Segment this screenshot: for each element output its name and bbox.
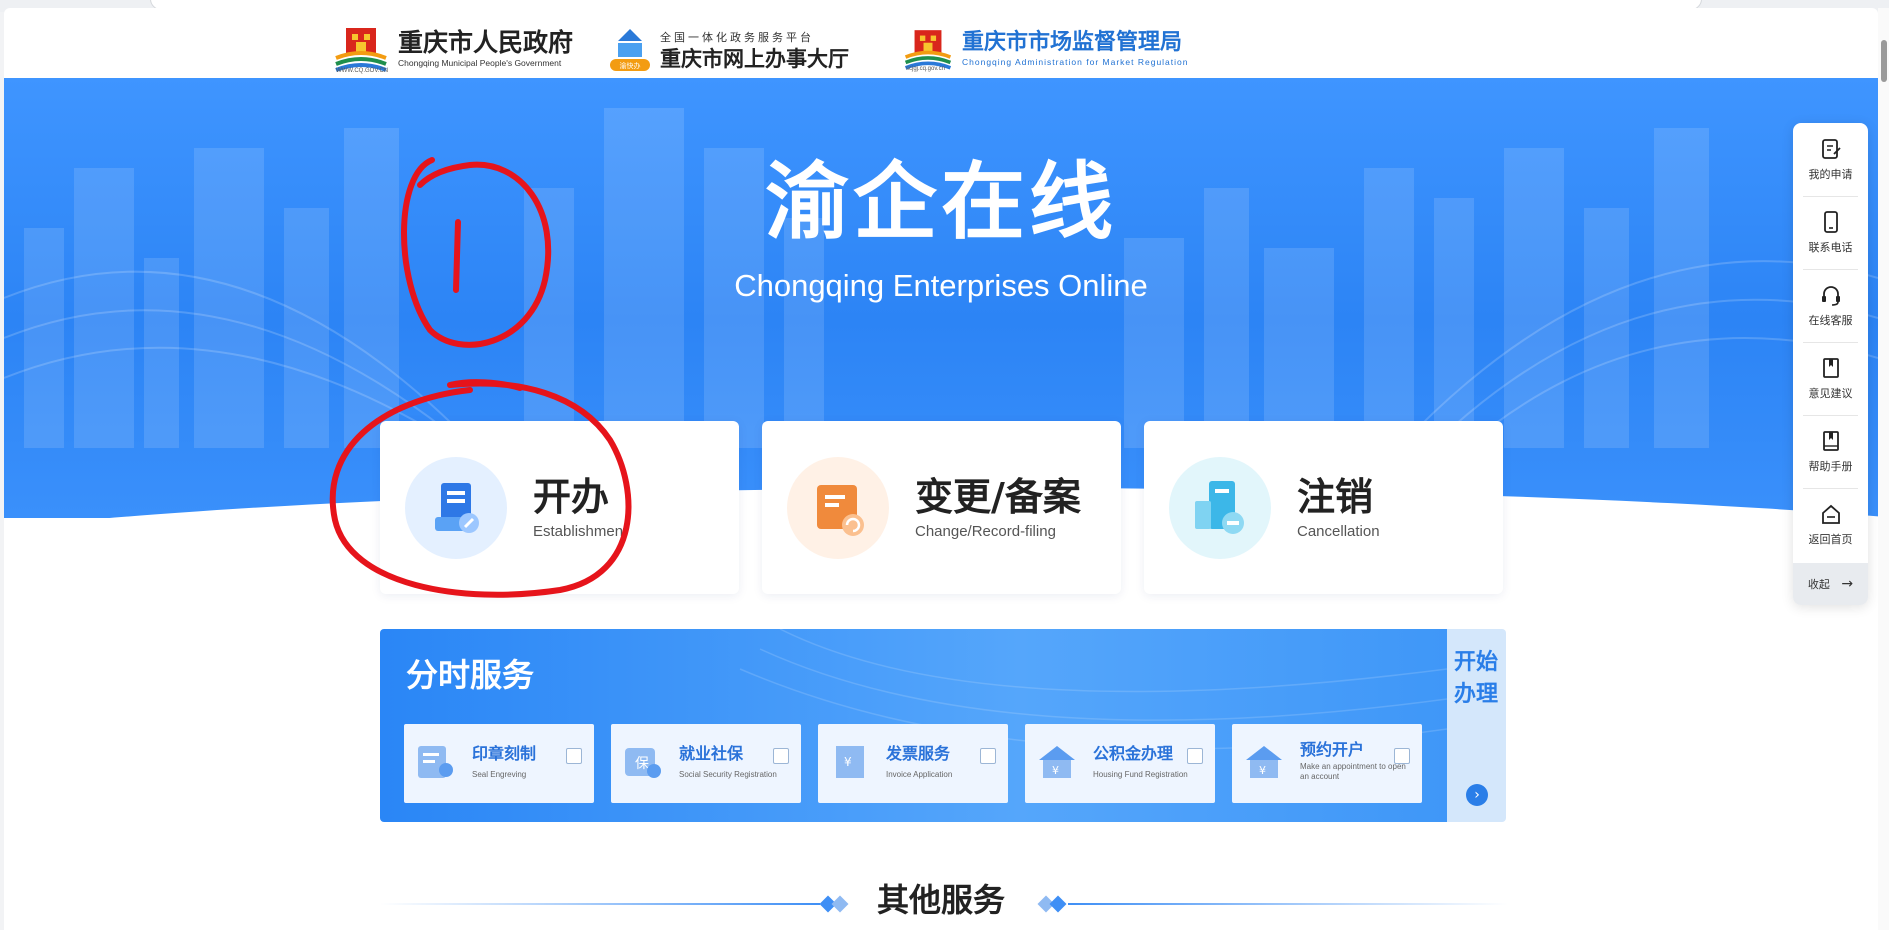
change-doc-icon: [787, 457, 889, 559]
establishment-doc-icon: [405, 457, 507, 559]
gov-logo-subtitle: Chongqing Municipal People's Government: [398, 58, 562, 68]
timeshare-item-subtitle: Housing Fund Registration: [1093, 770, 1188, 779]
hall-badge: 渝快办: [620, 61, 641, 70]
toolbar-online-service[interactable]: 在线客服: [1793, 269, 1868, 342]
timeshare-item-social-security[interactable]: 保 就业社保 Social Security Registration: [611, 724, 801, 803]
card-subtitle: Establishment: [533, 523, 628, 540]
card-subtitle: Change/Record-filing: [915, 523, 1056, 540]
timeshare-item-label: 预约开户: [1300, 740, 1365, 759]
hero-title: 渝企在线: [764, 153, 1117, 251]
card-subtitle: Cancellation: [1297, 523, 1380, 540]
card-title: 变更/备案: [915, 475, 1081, 519]
timeshare-item-checkbox[interactable]: [1187, 748, 1203, 764]
headset-icon: [1822, 286, 1840, 306]
toolbar-label: 在线客服: [1808, 314, 1853, 327]
phone-icon: [1824, 211, 1838, 233]
divider-right: [1068, 903, 1508, 905]
toolbar-collapse-label: 收起: [1807, 578, 1830, 591]
market-logo-subtitle: Chongqing Administration for Market Regu…: [962, 56, 1189, 67]
other-services-title: 其他服务: [876, 881, 1005, 919]
toolbar-label: 意见建议: [1808, 387, 1853, 400]
timeshare-item-label: 公积金办理: [1093, 744, 1174, 763]
card-title: 注销: [1297, 475, 1374, 519]
gov-logo-title: 重庆市人民政府: [398, 28, 574, 57]
toolbar-label: 联系电话: [1808, 241, 1853, 254]
svg-text:¥: ¥: [1259, 764, 1266, 777]
hall-emblem-icon: 渝快办: [610, 29, 650, 71]
timeshare-item-account-appointment[interactable]: ¥ 预约开户 Make an appointment to open an ac…: [1232, 724, 1422, 803]
timeshare-item-subtitle: Social Security Registration: [679, 770, 777, 779]
toolbar-collapse-button[interactable]: 收起 →: [1793, 563, 1868, 605]
edit-icon: [1822, 139, 1841, 159]
toolbar-contact-phone[interactable]: 联系电话: [1793, 196, 1868, 269]
timeshare-item-checkbox[interactable]: [980, 748, 996, 764]
svg-text:¥: ¥: [1052, 764, 1059, 777]
timeshare-item-subtitle: Invoice Application: [886, 770, 953, 779]
market-logo-title: 重庆市市场监督管理局: [962, 29, 1183, 55]
book-icon: [1823, 358, 1839, 378]
timeshare-item-label: 印章刻制: [472, 744, 537, 763]
toolbar-label: 帮助手册: [1808, 460, 1853, 473]
toolbar-back-home[interactable]: 返回首页: [1793, 488, 1868, 561]
toolbar-help-manual[interactable]: 帮助手册: [1793, 415, 1868, 488]
seal-icon: [418, 746, 453, 778]
timeshare-item-subtitle: Make an appointment to open an account: [1300, 762, 1406, 782]
arrow-right-icon: →: [1841, 576, 1854, 592]
housing-fund-icon: ¥: [1039, 746, 1075, 778]
hero-subtitle: Chongqing Enterprises Online: [734, 268, 1148, 303]
social-security-icon: 保: [625, 748, 661, 778]
timeshare-item-housing-fund[interactable]: ¥ 公积金办理 Housing Fund Registration: [1025, 724, 1215, 803]
hall-logo-title: 重庆市网上办事大厅: [660, 46, 849, 71]
chevron-right-icon: ›: [1466, 784, 1488, 806]
svg-text:保: 保: [635, 756, 649, 772]
timeshare-title: 分时服务: [406, 656, 535, 694]
hall-logo-top: 全国一体化政务服务平台: [660, 30, 814, 44]
timeshare-item-checkbox[interactable]: [1394, 748, 1410, 764]
market-logo-url: scjgj.cq.gov.cn: [906, 66, 945, 72]
timeshare-item-invoice[interactable]: ¥ 发票服务 Invoice Application: [818, 724, 1008, 803]
card-cancellation[interactable]: 注销 Cancellation: [1144, 421, 1503, 594]
card-title: 开办: [533, 475, 610, 519]
start-processing-button[interactable]: 开始办理 ›: [1447, 629, 1506, 822]
start-processing-label: 开始办理: [1454, 650, 1499, 707]
svg-text:¥: ¥: [844, 755, 852, 769]
card-change-record[interactable]: 变更/备案 Change/Record-filing: [762, 421, 1121, 594]
online-hall-logo[interactable]: 渝快办 全国一体化政务服务平台 重庆市网上办事大厅: [608, 18, 849, 80]
toolbar-label: 返回首页: [1808, 533, 1853, 546]
scrollbar-thumb[interactable]: [1881, 40, 1887, 82]
timeshare-item-label: 发票服务: [886, 744, 951, 763]
timeshare-item-checkbox[interactable]: [773, 748, 789, 764]
page: 重庆市人民政府 Chongqing Municipal People's Gov…: [4, 8, 1878, 930]
timeshare-item-seal[interactable]: 印章刻制 Seal Engreving: [404, 724, 594, 803]
timeshare-item-label: 就业社保: [679, 744, 744, 763]
gov-logo-url: WWW.CQ.GOV.CN: [336, 68, 389, 74]
bank-account-icon: ¥: [1246, 746, 1282, 778]
toolbar-feedback[interactable]: 意见建议: [1793, 342, 1868, 415]
toolbar-my-applications[interactable]: 我的申请: [1793, 123, 1868, 196]
floating-toolbar: 我的申请 联系电话 在线客服 意见建议 帮助手册 返回首页 收起 →: [1793, 123, 1868, 605]
home-icon: [1822, 504, 1840, 524]
timeshare-item-subtitle: Seal Engreving: [472, 770, 527, 779]
manual-icon: [1823, 431, 1839, 451]
timeshare-item-checkbox[interactable]: [566, 748, 582, 764]
market-regulation-logo[interactable]: 重庆市市场监督管理局 Chongqing Administration for …: [902, 18, 1189, 80]
invoice-icon: ¥: [836, 746, 864, 778]
toolbar-label: 我的申请: [1808, 168, 1853, 181]
scrollbar-track[interactable]: [1878, 8, 1889, 930]
card-establishment[interactable]: 开办 Establishment: [380, 421, 739, 594]
cancellation-building-icon: [1169, 457, 1271, 559]
